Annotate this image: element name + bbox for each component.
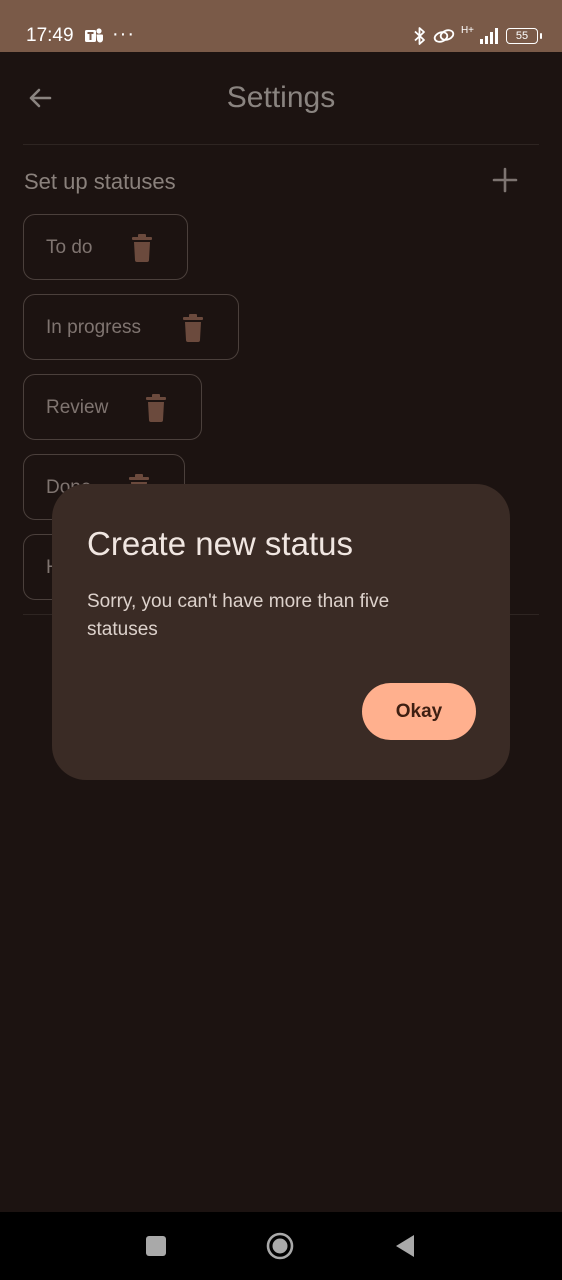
okay-button[interactable]: Okay (362, 683, 476, 740)
trash-icon[interactable] (182, 314, 204, 342)
plus-icon[interactable] (492, 167, 518, 193)
status-chip-label: Review (46, 397, 109, 418)
dialog-message: Sorry, you can't have more than five sta… (87, 591, 390, 640)
status-chip-in-progress[interactable]: In progress (23, 294, 239, 360)
status-chip-label: In progress (46, 317, 142, 338)
navigation-bar (0, 1212, 562, 1280)
settings-screen: 17:49 ··· H+ 55 Settings Set up statuses… (0, 0, 562, 1280)
hotspot-link-icon (433, 29, 455, 43)
top-divider (23, 144, 539, 145)
notification-dots: ··· (112, 23, 135, 45)
status-icons: H+ 55 (413, 24, 542, 48)
status-chip-review[interactable]: Review (23, 374, 202, 440)
section-title: Set up statuses (24, 169, 176, 194)
page-title: Settings (226, 81, 336, 114)
signal-icon (480, 28, 498, 44)
status-time: 17:49 (26, 25, 74, 46)
home-icon[interactable] (266, 1232, 294, 1260)
recents-icon[interactable] (146, 1236, 166, 1256)
battery-icon: 55 (506, 28, 542, 44)
status-chip-label: To do (46, 237, 93, 258)
status-bar: 17:49 ··· H+ 55 (0, 0, 562, 52)
network-type: H+ (460, 25, 474, 36)
status-chip-to-do[interactable]: To do (23, 214, 188, 280)
app-bar: Settings (0, 52, 562, 144)
bluetooth-icon (414, 27, 425, 45)
trash-icon[interactable] (131, 234, 153, 262)
trash-icon[interactable] (145, 394, 167, 422)
back-triangle-icon[interactable] (394, 1234, 416, 1258)
create-status-dialog: Create new status Sorry, you can't have … (52, 484, 510, 780)
teams-icon (85, 28, 103, 43)
dialog-title: Create new status (87, 525, 353, 562)
